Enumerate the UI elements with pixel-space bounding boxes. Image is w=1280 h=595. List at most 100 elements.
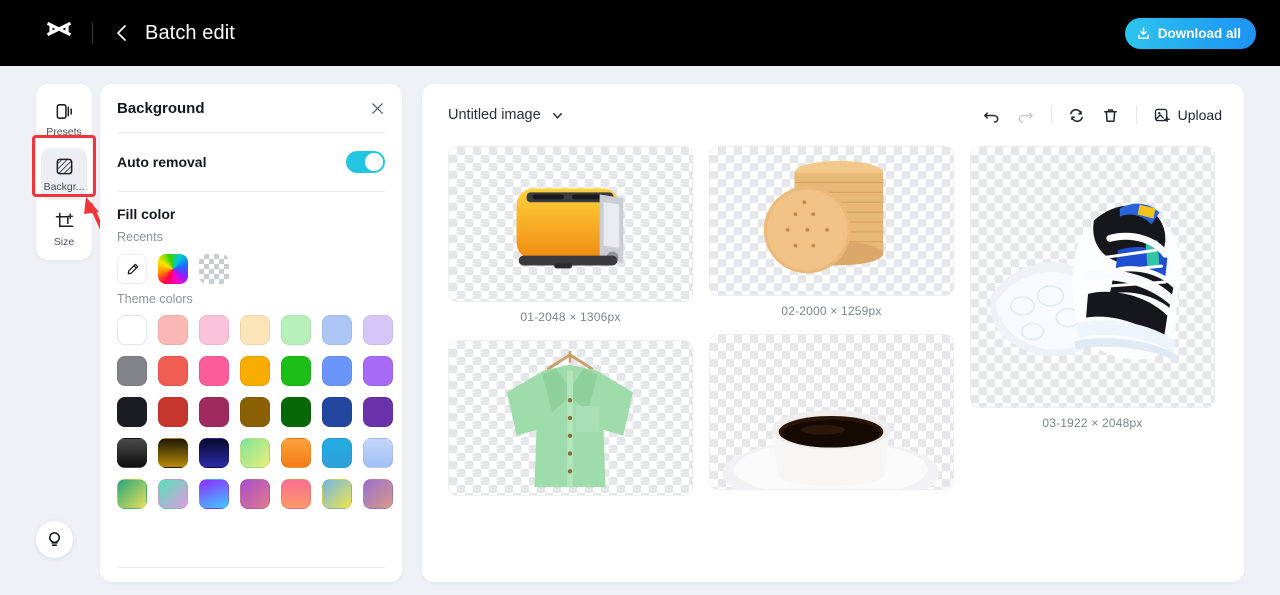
theme-color-swatch[interactable] [322,438,352,468]
theme-colors-label: Theme colors [117,292,193,306]
sidebar-item-background[interactable]: Backgr... [41,148,87,200]
replace-button[interactable] [1060,100,1094,130]
eyedropper-swatch[interactable] [117,254,147,284]
panel-footer-divider [117,567,385,568]
theme-color-swatch[interactable] [281,479,311,509]
upload-label: Upload [1177,107,1222,123]
download-icon [1136,26,1151,41]
image-card[interactable]: 03-1922 × 2048px [970,146,1215,430]
sidebar-item-background-label: Backgr... [43,180,85,193]
image-thumbnail-toaster[interactable] [448,146,693,302]
image-card[interactable]: 01-2048 × 1306px [448,146,693,324]
fill-color-title: Fill color [117,206,176,222]
auto-removal-toggle[interactable] [346,151,385,173]
theme-color-swatch[interactable] [240,438,270,468]
theme-color-swatch[interactable] [158,315,188,345]
lightbulb-icon [45,530,64,549]
delete-button[interactable] [1094,100,1128,130]
upload-button[interactable]: Upload [1145,106,1226,124]
toggle-knob [365,153,383,171]
theme-color-swatch[interactable] [240,479,270,509]
chevron-left-icon[interactable] [111,23,131,43]
theme-color-swatch[interactable] [117,479,147,509]
theme-color-swatch[interactable] [240,397,270,427]
redo-button[interactable] [1009,100,1043,130]
image-thumbnail-shirt[interactable] [448,340,693,496]
theme-color-swatch[interactable] [117,438,147,468]
auto-removal-label: Auto removal [117,154,207,170]
coffee-cup-art [722,410,940,489]
transparent-swatch[interactable] [199,254,229,284]
theme-color-swatch[interactable] [281,438,311,468]
image-caption: 01-2048 × 1306px [520,310,621,324]
undo-button[interactable] [975,100,1009,130]
theme-color-grid [100,306,402,509]
canvas-area: Untitled image Upload 01-2048 × 1306px 0… [422,84,1244,582]
theme-color-swatch[interactable] [363,315,393,345]
download-all-button[interactable]: Download all [1124,18,1256,49]
theme-color-swatch[interactable] [363,438,393,468]
image-thumbnail-biscuits[interactable] [709,146,954,296]
theme-color-swatch[interactable] [117,356,147,386]
image-thumbnail-coffee[interactable] [709,334,954,490]
theme-color-swatch[interactable] [322,356,352,386]
image-grid: 01-2048 × 1306px 02-2000 × 1259px 03-192… [422,146,1244,496]
sidebar-item-presets-label: Presets [46,125,82,138]
image-card[interactable] [709,334,954,490]
theme-color-swatch[interactable] [281,397,311,427]
theme-color-swatch[interactable] [363,356,393,386]
panel-header: Background [100,84,402,132]
theme-color-swatch[interactable] [281,315,311,345]
theme-color-swatch[interactable] [322,479,352,509]
top-bar: Batch edit Download all [0,0,1280,66]
toolbar-divider-1 [1050,106,1052,124]
green-shirt-art [506,350,634,488]
presets-icon [53,101,75,123]
document-name[interactable]: Untitled image [448,107,541,123]
theme-color-swatch[interactable] [322,397,352,427]
sidebar-item-size[interactable]: Size [41,203,87,255]
theme-color-swatch[interactable] [158,438,188,468]
tool-rail: Presets Backgr... Size [36,84,92,260]
toolbar-divider-2 [1135,106,1137,124]
chevron-down-icon[interactable] [551,109,564,122]
theme-color-swatch[interactable] [199,397,229,427]
theme-color-swatch[interactable] [240,315,270,345]
theme-color-swatch[interactable] [240,356,270,386]
recents-swatches [100,244,402,284]
image-thumbnail-sneakers[interactable] [970,146,1215,408]
sneakers-pair-art [990,203,1182,362]
theme-color-swatch[interactable] [199,315,229,345]
panel-title: Background [117,99,205,117]
tips-button[interactable] [36,521,73,558]
image-add-icon [1153,106,1171,124]
header-divider [92,22,93,44]
theme-color-swatch[interactable] [199,438,229,468]
image-grid-column: 01-2048 × 1306px [448,146,693,496]
canvas-toolbar: Untitled image Upload [422,84,1244,146]
recents-label: Recents [117,230,163,244]
theme-color-swatch[interactable] [322,315,352,345]
theme-color-swatch[interactable] [158,397,188,427]
rainbow-picker-swatch[interactable] [158,254,188,284]
theme-color-swatch[interactable] [199,479,229,509]
sidebar-item-presets[interactable]: Presets [41,93,87,145]
theme-color-swatch[interactable] [363,397,393,427]
theme-color-swatch[interactable] [158,356,188,386]
theme-color-swatch[interactable] [117,315,147,345]
background-icon [53,156,75,178]
theme-color-swatch[interactable] [117,397,147,427]
canvas-tools: Upload [975,100,1226,130]
biscuit-stack-art [763,160,884,274]
image-card[interactable]: 02-2000 × 1259px [709,146,954,318]
image-caption: 03-1922 × 2048px [1042,416,1143,430]
theme-color-swatch[interactable] [281,356,311,386]
close-icon[interactable] [368,99,386,117]
capcut-logo-icon[interactable] [44,18,74,48]
theme-color-swatch[interactable] [199,356,229,386]
image-grid-column: 03-1922 × 2048px [970,146,1215,496]
theme-color-swatch[interactable] [158,479,188,509]
crop-size-icon [53,211,75,233]
image-card[interactable] [448,340,693,496]
theme-color-swatch[interactable] [363,479,393,509]
